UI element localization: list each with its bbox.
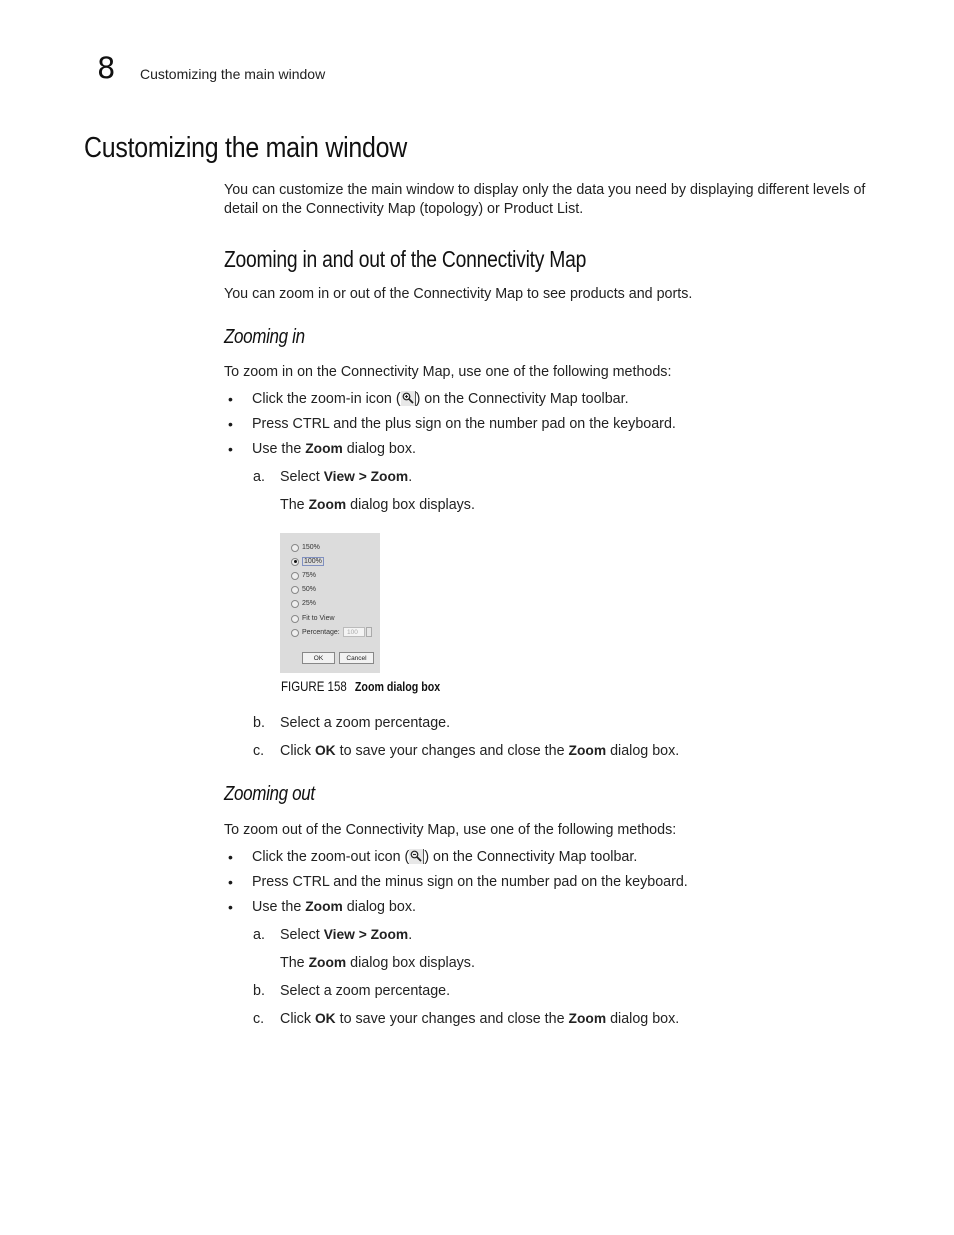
zoom-out-lead: To zoom out of the Connectivity Map, use… (224, 822, 677, 838)
radio-button[interactable] (291, 571, 299, 580)
bullet-icon: • (228, 441, 233, 457)
radio-button-selected[interactable] (291, 557, 299, 566)
running-header: Customizing the main window (140, 66, 326, 82)
zoom-out-step-a-result: The Zoom dialog box displays. (280, 955, 475, 971)
zoom-out-heading: Zooming out (224, 783, 315, 805)
figure-label: FIGURE 158 (281, 678, 347, 694)
bullet-icon: • (228, 899, 233, 915)
bullet-icon: • (228, 874, 233, 890)
zoom-in-icon (400, 391, 416, 406)
percentage-spinner[interactable] (366, 627, 372, 637)
zoom-in-heading: Zooming in (224, 326, 305, 348)
radio-button[interactable] (291, 599, 299, 608)
section-intro: You can zoom in or out of the Connectivi… (224, 286, 693, 302)
zoom-out-icon (409, 849, 425, 864)
intro-paragraph: You can customize the main window to dis… (224, 182, 866, 217)
option-100[interactable]: 100% (291, 556, 324, 567)
section-heading: Zooming in and out of the Connectivity M… (224, 246, 587, 272)
option-75[interactable]: 75% (291, 570, 316, 581)
option-50[interactable]: 50% (291, 584, 316, 595)
bullet-icon: • (228, 391, 233, 407)
figure-title: Zoom dialog box (354, 679, 441, 694)
option-fit-to-view[interactable]: Fit to View (291, 613, 335, 624)
bullet-icon: • (228, 416, 233, 432)
radio-button[interactable] (291, 543, 299, 552)
radio-button[interactable] (291, 585, 299, 594)
zoom-dialog-figure: 150% 100% 75% 50% 25% Fit to View Percen… (280, 533, 380, 673)
page-title: Customizing the main window (84, 132, 407, 164)
radio-button[interactable] (291, 628, 299, 637)
option-25[interactable]: 25% (291, 598, 316, 609)
figure-caption: FIGURE 158 Zoom dialog box (281, 678, 440, 694)
option-150[interactable]: 150% (291, 542, 320, 553)
percentage-input[interactable]: 100 (343, 627, 365, 637)
radio-button[interactable] (291, 614, 299, 623)
zoom-in-step-a-result: The Zoom dialog box displays. (280, 497, 475, 513)
option-percentage[interactable]: Percentage: (291, 627, 340, 638)
bullet-icon: • (228, 849, 233, 865)
ok-button[interactable]: OK (302, 652, 335, 664)
chapter-number: 8 (97, 51, 116, 85)
cancel-button[interactable]: Cancel (339, 652, 374, 664)
zoom-in-lead: To zoom in on the Connectivity Map, use … (224, 364, 672, 380)
